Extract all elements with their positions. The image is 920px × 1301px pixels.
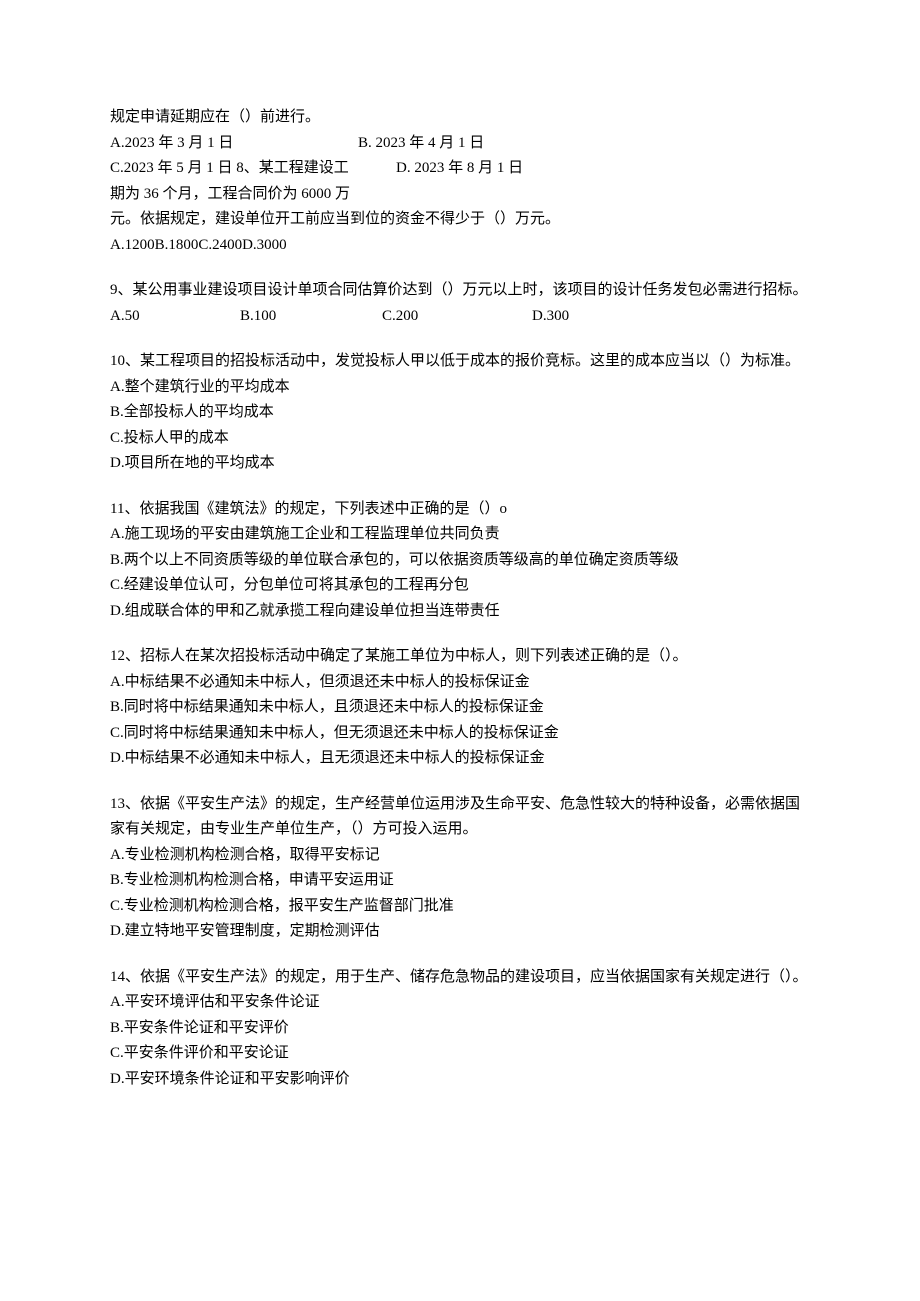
q9-option-a: A.50 <box>110 304 240 330</box>
q11-stem: 11、依据我国《建筑法》的规定，下列表述中正确的是（）o <box>110 497 810 523</box>
q7-option-c: C.2023 年 5 月 1 日 8、某工程建设工 <box>110 156 396 182</box>
question-12: 12、招标人在某次招投标活动中确定了某施工单位为中标人，则下列表述正确的是（）。… <box>110 644 810 772</box>
q13-option-c: C.专业检测机构检测合格，报平安生产监督部门批准 <box>110 894 810 920</box>
q12-option-b: B.同时将中标结果通知未中标人，且须退还未中标人的投标保证金 <box>110 695 810 721</box>
q11-option-c: C.经建设单位认可，分包单位可将其承包的工程再分包 <box>110 573 810 599</box>
q9-option-d: D.300 <box>532 304 569 330</box>
q7-option-d: D. 2023 年 8 月 1 日 <box>396 156 523 182</box>
q7-options-row2: C.2023 年 5 月 1 日 8、某工程建设工 D. 2023 年 8 月 … <box>110 156 810 182</box>
q10-option-a: A.整个建筑行业的平均成本 <box>110 375 810 401</box>
q14-option-a: A.平安环境评估和平安条件论证 <box>110 990 810 1016</box>
q12-stem: 12、招标人在某次招投标活动中确定了某施工单位为中标人，则下列表述正确的是（）。 <box>110 644 810 670</box>
q14-stem: 14、依据《平安生产法》的规定，用于生产、储存危急物品的建设项目，应当依据国家有… <box>110 965 810 991</box>
q12-option-a: A.中标结果不必通知未中标人，但须退还未中标人的投标保证金 <box>110 670 810 696</box>
q10-option-d: D.项目所在地的平均成本 <box>110 451 810 477</box>
q7-option-a: A.2023 年 3 月 1 日 <box>110 131 358 157</box>
q13-option-b: B.专业检测机构检测合格，申请平安运用证 <box>110 868 810 894</box>
question-14: 14、依据《平安生产法》的规定，用于生产、储存危急物品的建设项目，应当依据国家有… <box>110 965 810 1093</box>
q13-option-d: D.建立特地平安管理制度，定期检测评估 <box>110 919 810 945</box>
q13-option-a: A.专业检测机构检测合格，取得平安标记 <box>110 843 810 869</box>
q7-options-row1: A.2023 年 3 月 1 日 B. 2023 年 4 月 1 日 <box>110 131 810 157</box>
q9-stem: 9、某公用事业建设项目设计单项合同估算价达到（）万元以上时，该项目的设计任务发包… <box>110 278 810 304</box>
question-10: 10、某工程项目的招投标活动中，发觉投标人甲以低于成本的报价竞标。这里的成本应当… <box>110 349 810 477</box>
exam-page: 规定申请延期应在（）前进行。 A.2023 年 3 月 1 日 B. 2023 … <box>0 0 920 1301</box>
q11-option-d: D.组成联合体的甲和乙就承揽工程向建设单位担当连带责任 <box>110 599 810 625</box>
q14-option-b: B.平安条件论证和平安评价 <box>110 1016 810 1042</box>
q14-option-c: C.平安条件评价和平安论证 <box>110 1041 810 1067</box>
q10-option-c: C.投标人甲的成本 <box>110 426 810 452</box>
question-9: 9、某公用事业建设项目设计单项合同估算价达到（）万元以上时，该项目的设计任务发包… <box>110 278 810 329</box>
q9-options: A.50 B.100 C.200 D.300 <box>110 304 810 330</box>
q11-option-b: B.两个以上不同资质等级的单位联合承包的，可以依据资质等级高的单位确定资质等级 <box>110 548 810 574</box>
q12-option-d: D.中标结果不必通知未中标人，且无须退还未中标人的投标保证金 <box>110 746 810 772</box>
q8-line3: 元。依据规定，建设单位开工前应当到位的资金不得少于（）万元。 <box>110 207 810 233</box>
q14-option-d: D.平安环境条件论证和平安影响评价 <box>110 1067 810 1093</box>
q13-stem: 13、依据《平安生产法》的规定，生产经营单位运用涉及生命平安、危急性较大的特种设… <box>110 792 810 843</box>
question-11: 11、依据我国《建筑法》的规定，下列表述中正确的是（）o A.施工现场的平安由建… <box>110 497 810 625</box>
q9-option-c: C.200 <box>382 304 532 330</box>
q10-stem: 10、某工程项目的招投标活动中，发觉投标人甲以低于成本的报价竞标。这里的成本应当… <box>110 349 810 375</box>
q8-line2: 期为 36 个月，工程合同价为 6000 万 <box>110 182 810 208</box>
q7-line: 规定申请延期应在（）前进行。 <box>110 105 810 131</box>
q7-option-b: B. 2023 年 4 月 1 日 <box>358 131 484 157</box>
q9-option-b: B.100 <box>240 304 382 330</box>
q11-option-a: A.施工现场的平安由建筑施工企业和工程监理单位共同负责 <box>110 522 810 548</box>
q12-option-c: C.同时将中标结果通知未中标人，但无须退还未中标人的投标保证金 <box>110 721 810 747</box>
q10-option-b: B.全部投标人的平均成本 <box>110 400 810 426</box>
question-13: 13、依据《平安生产法》的规定，生产经营单位运用涉及生命平安、危急性较大的特种设… <box>110 792 810 945</box>
question-7-8: 规定申请延期应在（）前进行。 A.2023 年 3 月 1 日 B. 2023 … <box>110 105 810 258</box>
q8-options-combined: A.1200B.1800C.2400D.3000 <box>110 233 810 259</box>
